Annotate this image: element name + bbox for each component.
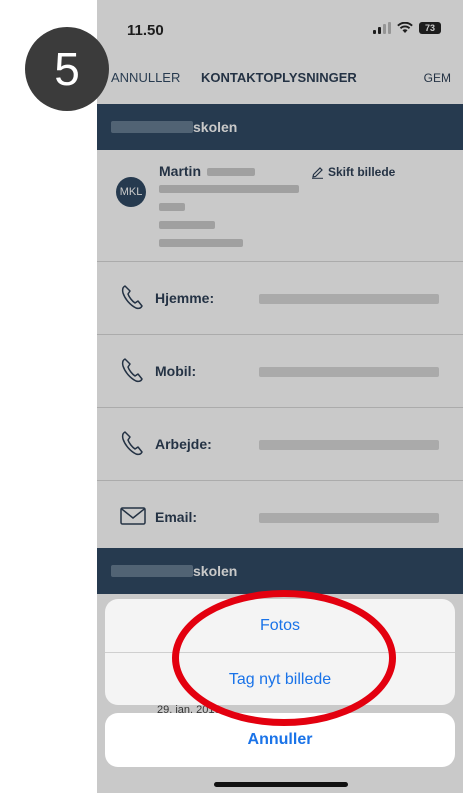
highlight-ellipse-annotation bbox=[172, 590, 396, 726]
home-indicator[interactable] bbox=[214, 782, 348, 787]
step-number-badge: 5 bbox=[25, 27, 109, 111]
